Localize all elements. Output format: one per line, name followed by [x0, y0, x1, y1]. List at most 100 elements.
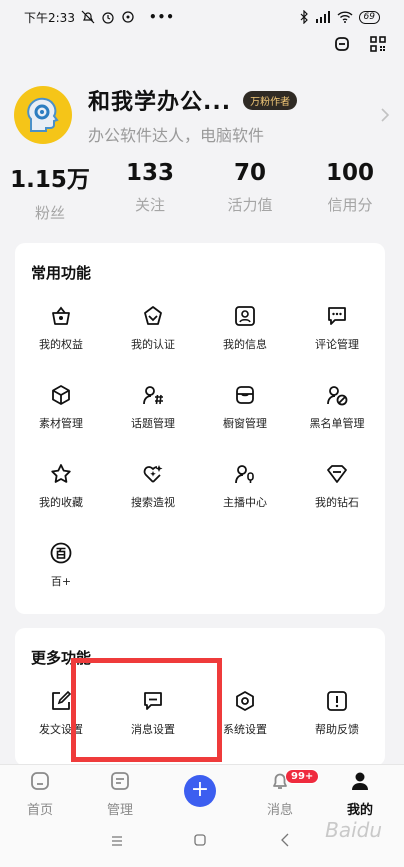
gift-icon — [52, 306, 70, 325]
username: 和我学办公... — [88, 90, 232, 115]
watermark: Baidu — [325, 818, 382, 842]
tab-home[interactable]: 首页 — [5, 771, 75, 818]
battery-indicator: 69 — [358, 10, 380, 24]
home-icon — [31, 772, 49, 790]
func-label: 我的认证 — [131, 338, 175, 351]
id-card-icon — [235, 306, 255, 326]
settings-hex-icon — [236, 691, 254, 711]
shop-window-icon — [236, 386, 254, 404]
func-showcase-management[interactable]: 橱窗管理 — [199, 384, 291, 431]
func-label: 话题管理 — [131, 417, 175, 430]
func-bai-plus[interactable]: 百+ — [15, 542, 107, 589]
tab-label: 我的 — [346, 803, 373, 818]
func-label: 我的钻石 — [315, 496, 359, 509]
tab-label: 首页 — [26, 803, 53, 818]
tab-label: 管理 — [106, 803, 133, 818]
profile-header[interactable]: 和我学办公... 万粉作者 办公软件达人，电脑软件 — [14, 84, 390, 146]
manage-icon — [111, 772, 129, 790]
func-anchor-center[interactable]: 主播中心 — [199, 463, 291, 510]
stat-followers[interactable]: 1.15万 粉丝 — [0, 160, 100, 223]
stat-value: 133 — [125, 160, 174, 186]
tab-messages[interactable]: 99+ 消息 — [245, 769, 320, 818]
func-my-favorites[interactable]: 我的收藏 — [15, 463, 107, 510]
status-left: 下午2:33 ••• — [24, 9, 175, 26]
profile-bio: 办公软件达人，电脑软件 — [88, 126, 265, 145]
edit-icon — [52, 690, 72, 710]
message-count-badge: 99+ — [285, 769, 320, 784]
stat-label: 粉丝 — [34, 204, 65, 222]
bottom-tab-bar: 首页 管理 + 99+ 消息 我的 — [0, 764, 404, 818]
stat-label: 关注 — [134, 196, 165, 214]
qrcode-icon[interactable] — [370, 36, 386, 52]
stat-credit[interactable]: 100 信用分 — [300, 160, 400, 215]
stat-value: 100 — [325, 160, 374, 186]
card-title: 常用功能 — [31, 264, 92, 282]
chevron-right-icon[interactable] — [380, 107, 390, 123]
sparkle-heart-icon — [143, 465, 163, 483]
comment-icon — [328, 307, 346, 325]
stat-label: 活力值 — [227, 196, 273, 214]
func-help-feedback[interactable]: 帮助反馈 — [291, 690, 383, 737]
avatar-head-gear-icon — [27, 97, 59, 132]
func-my-diamonds[interactable]: 我的钻石 — [291, 463, 383, 510]
diamond-icon — [327, 465, 347, 483]
func-my-benefits[interactable]: 我的权益 — [15, 305, 107, 352]
name-row: 和我学办公... 万粉作者 — [88, 84, 380, 116]
func-my-info[interactable]: 我的信息 — [199, 305, 291, 352]
alarm-icon — [102, 12, 114, 24]
switch-account-icon[interactable] — [334, 36, 350, 52]
signal-icon — [315, 11, 330, 23]
mute-bell-icon — [81, 10, 95, 24]
func-my-verification[interactable]: 我的认证 — [107, 305, 199, 352]
top-actions — [334, 36, 386, 52]
back-icon[interactable] — [281, 833, 289, 847]
func-label: 我的信息 — [223, 338, 267, 351]
person-icon — [352, 772, 368, 790]
status-time: 下午2:33 — [24, 10, 75, 25]
publish-button[interactable]: + — [184, 775, 216, 807]
func-label: 帮助反馈 — [315, 723, 359, 736]
bluetooth-icon — [300, 10, 308, 24]
star-icon — [51, 464, 71, 483]
stat-label: 信用分 — [327, 196, 373, 214]
func-label: 百+ — [50, 575, 72, 588]
tab-manage[interactable]: 管理 — [85, 771, 155, 818]
anchor-mic-icon — [235, 465, 254, 484]
func-label: 搜索造视 — [131, 496, 175, 509]
stat-vitality[interactable]: 70 活力值 — [200, 160, 300, 215]
bai-plus-icon — [50, 542, 72, 564]
home-square-icon[interactable] — [194, 834, 206, 846]
func-label: 素材管理 — [39, 417, 83, 430]
func-label: 我的权益 — [39, 338, 83, 351]
func-label: 我的收藏 — [39, 496, 83, 509]
verified-badge-icon — [144, 306, 162, 325]
profile-text: 和我学办公... 万粉作者 办公软件达人，电脑软件 — [88, 84, 380, 146]
topic-hashtag-icon — [143, 386, 163, 405]
avatar[interactable] — [14, 86, 72, 144]
blocked-user-icon — [327, 386, 348, 406]
func-topic-management[interactable]: 话题管理 — [107, 384, 199, 431]
stats-row: 1.15万 粉丝 133 关注 70 活力值 100 信用分 — [0, 160, 404, 223]
func-blacklist-management[interactable]: 黑名单管理 — [291, 384, 383, 431]
func-label: 主播中心 — [223, 496, 267, 509]
plus-icon: + — [190, 777, 210, 802]
feedback-icon — [327, 691, 347, 711]
more-dots-icon: ••• — [148, 10, 175, 24]
func-label: 黑名单管理 — [309, 417, 365, 430]
status-bar: 下午2:33 ••• 69 — [0, 0, 404, 34]
stat-following[interactable]: 133 关注 — [100, 160, 200, 215]
func-comment-management[interactable]: 评论管理 — [291, 305, 383, 352]
highlight-annotation-box — [71, 658, 222, 762]
common-functions-card: 常用功能 我的权益 我的认证 我的信息 评论管理 素材管理 话题管理 橱窗管理 … — [15, 243, 385, 614]
func-label: 评论管理 — [315, 338, 359, 351]
func-material-management[interactable]: 素材管理 — [15, 384, 107, 431]
wifi-icon — [337, 11, 353, 23]
cube-icon — [52, 385, 70, 405]
chat-bubble-icon — [122, 11, 134, 23]
author-badge: 万粉作者 — [243, 90, 298, 110]
func-label: 橱窗管理 — [223, 417, 267, 430]
func-search-creation[interactable]: 搜索造视 — [107, 463, 199, 510]
tab-label: 消息 — [266, 803, 293, 818]
tab-mine[interactable]: 我的 — [325, 771, 395, 818]
menu-icon[interactable] — [111, 836, 123, 846]
